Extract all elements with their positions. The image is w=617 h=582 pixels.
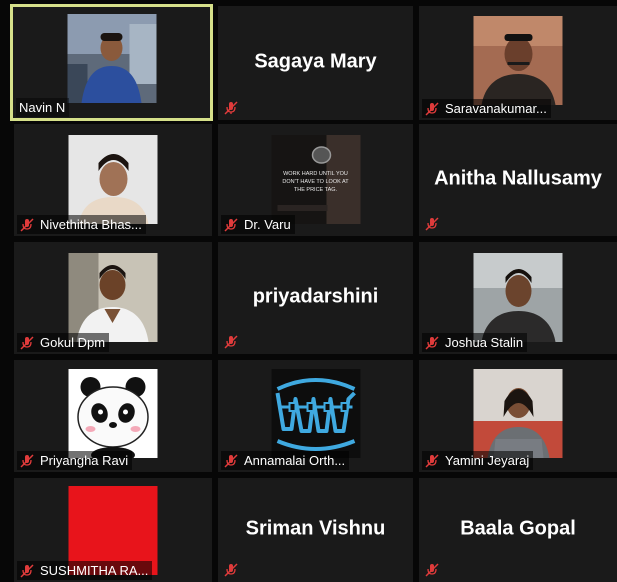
participant-name: Annamalai Orth... [244,453,346,468]
participant-photo [67,14,156,103]
muted-mic-icon [224,453,238,468]
participant-tile-annamalai[interactable]: Annamalai Orth... [218,360,413,472]
participant-namebar: Dr. Varu [221,215,295,234]
participant-photo [68,253,158,342]
participant-name: Nivethitha Bhas... [40,217,142,232]
participant-tile-dr-varu[interactable]: WORK HARD UNTIL YOU DON'T HAVE TO LOOK A… [218,124,413,236]
participant-display-name: Sriman Vishnu [245,517,386,540]
participant-display-name: Baala Gopal [460,517,576,540]
muted-mic-icon [20,563,34,578]
muted-mic-icon [425,101,439,116]
participant-name: Dr. Varu [244,217,291,232]
participant-name: SUSHMITHA RA... [40,563,149,578]
participant-namebar: Joshua Stalin [422,333,528,352]
participant-tile-sriman-vishnu[interactable]: Sriman Vishnu [218,478,413,582]
participant-namebar: Yamini Jeyaraj [422,451,534,470]
teeth-braces-icon [271,369,360,458]
quote-line-2: DON'T HAVE TO LOOK AT [282,179,349,185]
participant-display-name: priyadarshini [252,285,379,308]
muted-mic-icon [425,217,439,231]
participant-namebar: Annamalai Orth... [221,451,350,470]
participant-tile-gokul[interactable]: Gokul Dpm [14,242,212,354]
muted-mic-icon [20,453,34,468]
quote-line-3: THE PRICE TAG. [293,187,337,193]
muted-mic-icon [224,101,238,115]
muted-mic-icon [20,335,34,350]
participant-display-name: Sagaya Mary [254,50,377,73]
participant-tile-sushmitha[interactable]: SUSHMITHA RA... [14,478,212,582]
participant-name: Joshua Stalin [445,335,524,350]
muted-mic-icon [425,453,439,468]
muted-mic-icon [425,335,439,350]
participant-photo [473,253,563,342]
participant-tile-priyadarshini[interactable]: priyadarshini [218,242,413,354]
panda-icon [68,369,158,458]
muted-mic-icon [425,563,439,577]
participant-name: Gokul Dpm [40,335,106,350]
participant-photo [473,369,563,458]
participant-name: Yamini Jeyaraj [445,453,530,468]
participant-tile-navin[interactable]: Navin N [10,4,213,121]
participant-tile-anitha[interactable]: Anitha Nallusamy [419,124,617,236]
participant-tile-baala-gopal[interactable]: Baala Gopal [419,478,617,582]
muted-mic-icon [224,563,238,577]
participant-display-name: Anitha Nallusamy [434,167,602,190]
muted-mic-icon [20,217,34,232]
participant-name: Priyangha Ravi [40,453,129,468]
participant-name: Navin N [19,100,66,115]
muted-mic-icon [224,335,238,349]
participant-namebar: Gokul Dpm [17,333,110,352]
participant-namebar: Saravanakumar... [422,99,551,118]
participant-photo [473,16,563,105]
participant-namebar: Navin N [16,98,70,117]
participant-name: Saravanakumar... [445,101,547,116]
participant-tile-nivethitha[interactable]: Nivethitha Bhas... [14,124,212,236]
participant-tile-saravanakumar[interactable]: Saravanakumar... [419,6,617,120]
video-gallery-grid: Navin N Sagaya Mary Saravanakumar... Niv… [0,0,617,582]
participant-tile-yamini[interactable]: Yamini Jeyaraj [419,360,617,472]
participant-photo [68,135,158,224]
quote-line-1: WORK HARD UNTIL YOU [283,171,348,177]
participant-tile-joshua[interactable]: Joshua Stalin [419,242,617,354]
participant-namebar: SUSHMITHA RA... [17,561,153,580]
participant-tile-priyangha[interactable]: Priyangha Ravi [14,360,212,472]
quote-image: WORK HARD UNTIL YOU DON'T HAVE TO LOOK A… [271,135,360,224]
muted-mic-icon [224,217,238,232]
participant-namebar: Priyangha Ravi [17,451,133,470]
participant-namebar: Nivethitha Bhas... [17,215,146,234]
participant-tile-sagaya-mary[interactable]: Sagaya Mary [218,6,413,120]
